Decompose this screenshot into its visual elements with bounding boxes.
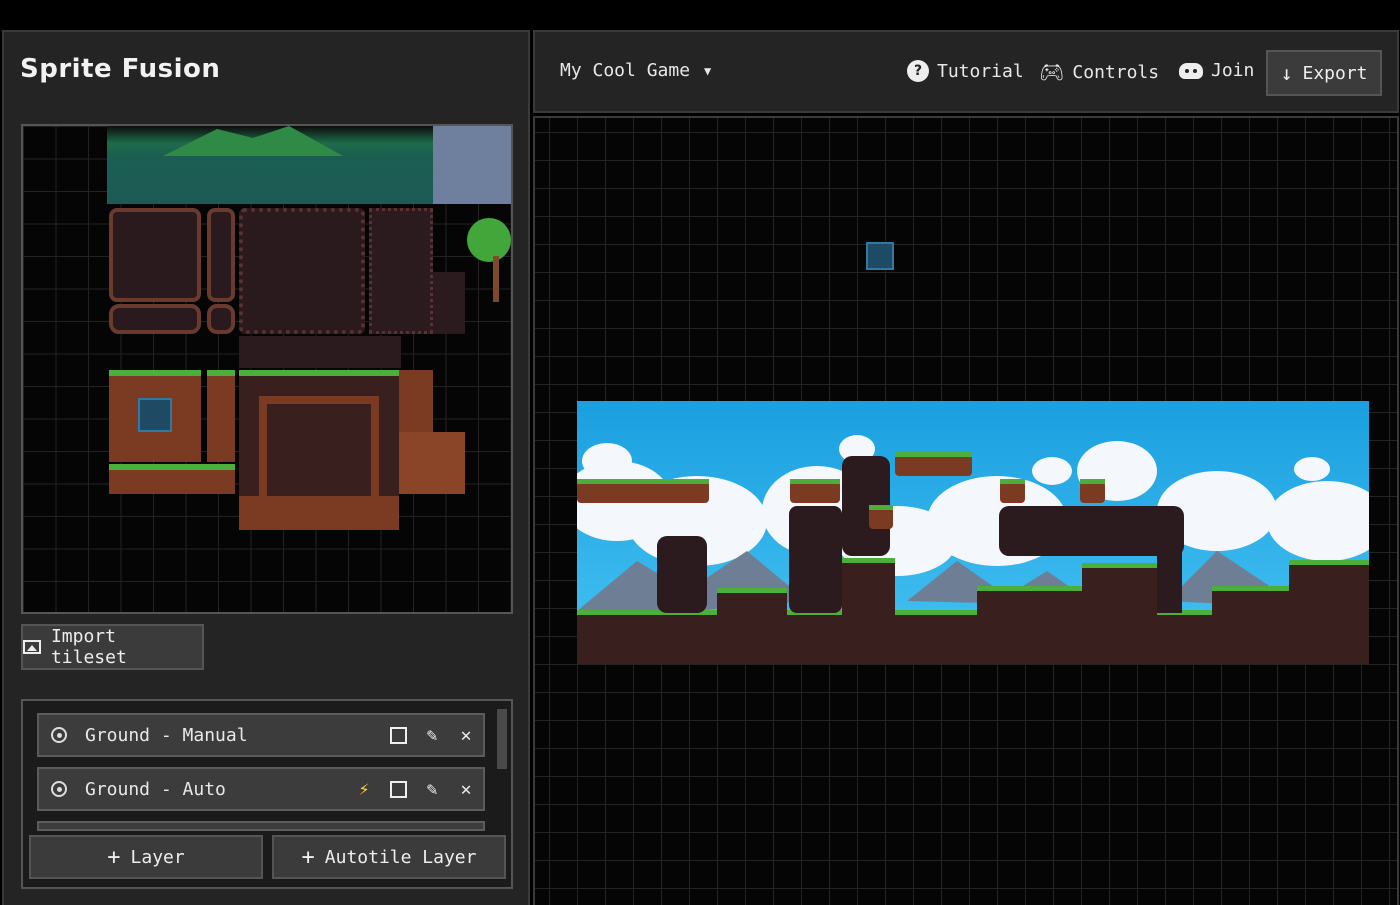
visibility-icon[interactable] bbox=[51, 727, 67, 743]
tutorial-link[interactable]: ? Tutorial bbox=[907, 60, 1024, 82]
close-icon[interactable]: ✕ bbox=[449, 725, 483, 746]
add-autotile-layer-button[interactable]: + Autotile Layer bbox=[272, 835, 506, 879]
join-label: Join bbox=[1211, 60, 1255, 81]
add-layer-label: Layer bbox=[130, 846, 185, 868]
visibility-icon[interactable] bbox=[51, 781, 67, 797]
project-selector[interactable]: My Cool Game ▼ bbox=[560, 60, 711, 81]
tileset-selection-cursor bbox=[138, 398, 172, 432]
tileset-earth-extra[interactable] bbox=[433, 272, 465, 334]
close-icon[interactable]: ✕ bbox=[449, 779, 483, 800]
discord-icon bbox=[1179, 62, 1203, 79]
import-tileset-label: Import tileset bbox=[50, 626, 127, 668]
tileset-dirt-bottom[interactable] bbox=[239, 496, 399, 530]
chevron-down-icon: ▼ bbox=[704, 63, 712, 78]
layer-row-partial bbox=[37, 821, 485, 831]
tileset-earth-strip[interactable] bbox=[239, 336, 401, 368]
select-layer-icon[interactable] bbox=[381, 725, 415, 746]
bolt-icon[interactable]: ⚡ bbox=[347, 779, 381, 800]
tileset-viewer[interactable] bbox=[21, 124, 513, 614]
join-link[interactable]: Join bbox=[1179, 60, 1254, 81]
level-scene bbox=[577, 401, 1369, 664]
layers-scrollbar[interactable] bbox=[497, 709, 507, 769]
image-icon bbox=[23, 640, 41, 654]
help-icon: ? bbox=[907, 60, 929, 82]
tileset-dirt-right[interactable] bbox=[399, 370, 433, 432]
app-title: Sprite Fusion bbox=[20, 54, 221, 84]
tileset-dirt-step[interactable] bbox=[399, 432, 465, 494]
add-autotile-label: Autotile Layer bbox=[324, 846, 477, 868]
tileset-earth-block[interactable] bbox=[109, 208, 201, 302]
tutorial-label: Tutorial bbox=[937, 60, 1024, 82]
layer-name: Ground - Manual bbox=[85, 724, 248, 746]
tileset-earth-large[interactable] bbox=[239, 208, 365, 334]
tileset-earth-bar[interactable] bbox=[109, 304, 201, 334]
layer-name: Ground - Auto bbox=[85, 778, 226, 800]
project-name: My Cool Game bbox=[560, 60, 691, 81]
tileset-panel: Sprite Fusion Import tileset Ground - Ma… bbox=[2, 30, 530, 905]
level-map[interactable] bbox=[577, 401, 1369, 664]
plus-icon: + bbox=[301, 844, 315, 870]
tileset-grass-column[interactable] bbox=[207, 370, 235, 462]
tileset-earth-right[interactable] bbox=[369, 208, 433, 334]
tileset-earth-column[interactable] bbox=[207, 208, 235, 302]
controls-link[interactable]: 🎮︎ Controls bbox=[1039, 60, 1159, 84]
tileset-sky-tile[interactable] bbox=[433, 126, 511, 204]
controls-label: Controls bbox=[1072, 61, 1160, 83]
import-tileset-button[interactable]: Import tileset bbox=[21, 624, 204, 670]
pencil-icon[interactable]: ✎ bbox=[415, 779, 449, 800]
tileset-tree-foliage[interactable] bbox=[467, 218, 511, 262]
tileset-tree-trunk bbox=[493, 256, 499, 302]
tileset-earth-small[interactable] bbox=[207, 304, 235, 334]
download-icon: ↓ bbox=[1280, 61, 1293, 85]
select-layer-icon[interactable] bbox=[381, 779, 415, 800]
layer-row-ground-manual[interactable]: Ground - Manual ✎ ✕ bbox=[37, 713, 485, 757]
layer-row-ground-auto[interactable]: Ground - Auto ⚡ ✎ ✕ bbox=[37, 767, 485, 811]
pencil-icon[interactable]: ✎ bbox=[415, 725, 449, 746]
map-canvas[interactable] bbox=[533, 116, 1399, 905]
export-label: Export bbox=[1302, 62, 1368, 84]
plus-icon: + bbox=[107, 844, 121, 870]
top-bar: My Cool Game ▼ ? Tutorial 🎮︎ Controls Jo… bbox=[533, 30, 1399, 113]
export-button[interactable]: ↓ Export bbox=[1266, 50, 1382, 96]
tileset-grass-bar[interactable] bbox=[109, 464, 235, 494]
tile-cursor bbox=[866, 242, 894, 270]
gamepad-icon: 🎮︎ bbox=[1039, 60, 1065, 84]
add-layer-button[interactable]: + Layer bbox=[29, 835, 263, 879]
